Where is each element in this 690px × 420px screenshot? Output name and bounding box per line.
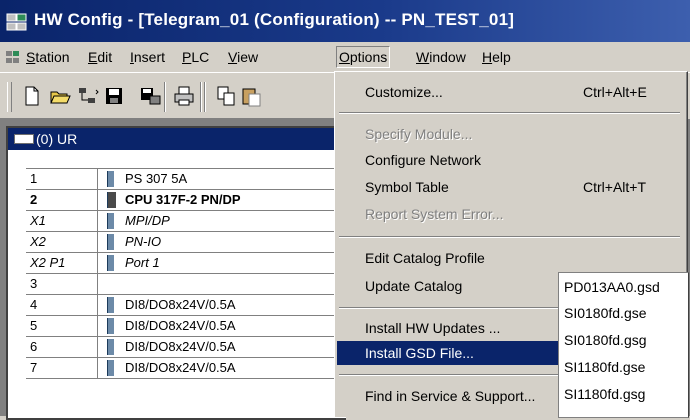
toolbar-separator: [164, 82, 166, 112]
module-cell: DI8/DO8x24V/0.5A: [125, 339, 236, 354]
table-row[interactable]: 6 DI8/DO8x24V/0.5A: [26, 337, 342, 358]
station-title: (0) UR: [36, 131, 78, 147]
module-cell: Port 1: [125, 255, 160, 270]
menu-options[interactable]: Options: [336, 46, 391, 68]
menu-item-specify-module[interactable]: Specify Module...: [337, 122, 682, 146]
module-cell: DI8/DO8x24V/0.5A: [125, 360, 236, 375]
module-icon: [107, 297, 114, 313]
toolbar: [0, 74, 340, 119]
table-row[interactable]: 7 DI8/DO8x24V/0.5A: [26, 358, 342, 379]
menu-item-label: Install HW Updates ...: [365, 320, 501, 336]
slot-cell: 3: [26, 274, 98, 294]
menu-item-symbol-table[interactable]: Symbol Table Ctrl+Alt+T: [337, 175, 682, 199]
menu-help[interactable]: Help: [480, 47, 513, 67]
menu-item-configure-network[interactable]: Configure Network: [337, 148, 682, 172]
module-icon: [107, 171, 114, 187]
child-window-icon[interactable]: [6, 50, 20, 64]
module-icon: [107, 318, 114, 334]
slot-cell: X1: [26, 211, 98, 231]
shortcut-label: Ctrl+Alt+T: [583, 179, 647, 195]
table-row[interactable]: X1 MPI/DP: [26, 211, 342, 232]
slot-cell: 2: [26, 190, 98, 210]
module-icon: [107, 360, 114, 376]
menu-insert[interactable]: Insert: [128, 47, 167, 67]
rack-icon: [14, 134, 34, 145]
menu-edit[interactable]: Edit: [86, 47, 114, 67]
menu-item-customize[interactable]: Customize... Ctrl+Alt+E: [337, 80, 682, 104]
menu-item-label: Configure Network: [365, 152, 481, 168]
table-row[interactable]: 2 CPU 317F-2 PN/DP: [26, 190, 342, 211]
module-cell: PS 307 5A: [125, 171, 188, 186]
slot-cell: 7: [26, 358, 98, 378]
save-icon[interactable]: [102, 84, 126, 108]
shortcut-label: Ctrl+Alt+E: [583, 84, 647, 100]
module-icon: [107, 339, 114, 355]
hw-config-app-icon[interactable]: [6, 12, 28, 32]
menu-item-edit-catalog-profile[interactable]: Edit Catalog Profile: [337, 246, 682, 270]
slot-cell: 1: [26, 169, 98, 189]
menu-station[interactable]: Station: [24, 47, 72, 67]
menu-item-report-system-error[interactable]: Report System Error...: [337, 202, 682, 226]
module-icon: [107, 213, 114, 229]
menu-separator: [339, 236, 680, 238]
table-row[interactable]: 1 PS 307 5A: [26, 168, 342, 190]
submenu-item[interactable]: SI0180fd.gsg: [564, 329, 647, 351]
print-icon[interactable]: [172, 84, 196, 108]
copy-icon[interactable]: [214, 84, 238, 108]
window-title: HW Config - [Telegram_01 (Configuration)…: [34, 10, 515, 29]
cpu-icon: [107, 192, 116, 208]
module-cell: PN-IO: [125, 234, 162, 249]
menu-item-label: Install GSD File...: [365, 345, 474, 361]
slot-cell: X2 P1: [26, 253, 98, 273]
open-folder-icon[interactable]: [48, 84, 72, 108]
table-row[interactable]: X2 PN-IO: [26, 232, 342, 253]
menu-item-label: Customize...: [365, 84, 443, 100]
paste-icon[interactable]: [240, 84, 264, 108]
table-row[interactable]: 4 DI8/DO8x24V/0.5A: [26, 295, 342, 316]
gsd-file-submenu: PD013AA0.gsd SI0180fd.gse SI0180fd.gsg S…: [558, 272, 689, 418]
toolbar-separator: [200, 82, 202, 112]
submenu-item[interactable]: SI1180fd.gse: [564, 356, 645, 378]
accessible-nodes-icon[interactable]: [76, 84, 100, 108]
station-title-bar: (0) UR: [8, 128, 346, 150]
slot-cell: 6: [26, 337, 98, 357]
menu-item-label: Report System Error...: [365, 206, 504, 222]
station-window[interactable]: (0) UR 1 PS 307 5A 2 CPU 317F-2 PN/DP X1…: [6, 126, 346, 420]
module-icon: [107, 234, 114, 250]
module-cell: CPU 317F-2 PN/DP: [125, 192, 241, 207]
toolbar-separator: [204, 82, 206, 112]
table-row[interactable]: 5 DI8/DO8x24V/0.5A: [26, 316, 342, 337]
module-cell: DI8/DO8x24V/0.5A: [125, 297, 236, 312]
menu-item-label: Update Catalog: [365, 278, 463, 294]
menu-item-label: Symbol Table: [365, 179, 449, 195]
table-row[interactable]: X2 P1 Port 1: [26, 253, 342, 274]
new-icon[interactable]: [20, 84, 44, 108]
menu-plc[interactable]: PLC: [180, 47, 211, 67]
rack-table: 1 PS 307 5A 2 CPU 317F-2 PN/DP X1 MPI/DP…: [26, 168, 342, 379]
menu-view[interactable]: View: [226, 47, 260, 67]
submenu-item[interactable]: SI0180fd.gse: [564, 302, 647, 324]
submenu-item[interactable]: SI1180fd.gsg: [564, 383, 645, 405]
slot-cell: 5: [26, 316, 98, 336]
module-cell: MPI/DP: [125, 213, 170, 228]
module-icon: [107, 255, 114, 271]
menu-separator: [339, 112, 680, 114]
submenu-item[interactable]: PD013AA0.gsd: [564, 276, 660, 298]
title-bar: HW Config - [Telegram_01 (Configuration)…: [0, 0, 690, 42]
menu-window[interactable]: Window: [414, 47, 468, 67]
slot-cell: 4: [26, 295, 98, 315]
menu-bar: Station Edit Insert PLC View Options Win…: [0, 42, 690, 73]
menu-item-label: Specify Module...: [365, 126, 473, 142]
toolbar-grip[interactable]: [7, 82, 12, 112]
save-compile-icon[interactable]: [138, 84, 162, 108]
menu-item-label: Find in Service & Support...: [365, 388, 536, 404]
table-row[interactable]: 3: [26, 274, 342, 295]
slot-cell: X2: [26, 232, 98, 252]
menu-item-label: Edit Catalog Profile: [365, 250, 485, 266]
module-cell: DI8/DO8x24V/0.5A: [125, 318, 236, 333]
